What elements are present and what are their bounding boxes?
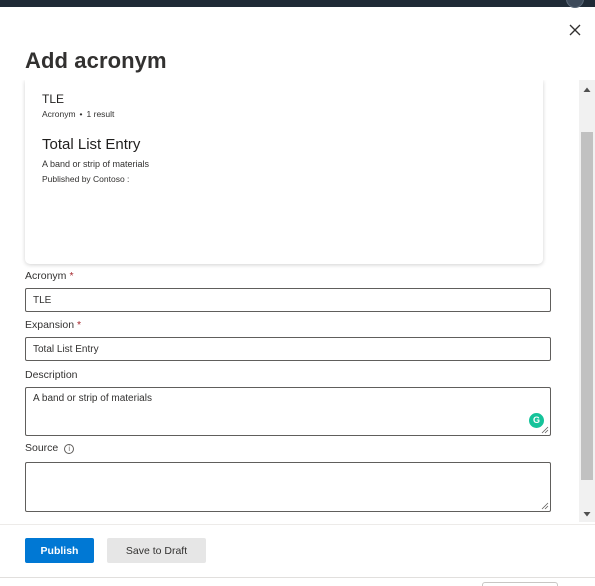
description-label: Description — [25, 369, 78, 381]
panel-content: TLE Acronym • 1 result Total List Entry A … — [0, 80, 595, 522]
preview-meta: Acronym • 1 result — [42, 109, 114, 119]
info-icon[interactable]: i — [64, 444, 75, 454]
close-icon[interactable] — [566, 21, 584, 39]
bottom-divider — [0, 577, 595, 578]
description-textarea[interactable]: A band or strip of materials G — [25, 387, 551, 436]
scrollbar-thumb[interactable] — [581, 132, 593, 480]
scroll-down-icon[interactable] — [583, 510, 591, 518]
acronym-label-text: Acronym — [25, 270, 67, 282]
top-app-bar — [0, 0, 595, 7]
scroll-up-icon[interactable] — [583, 86, 591, 94]
expansion-label-text: Expansion — [25, 319, 75, 331]
publish-button[interactable]: Publish — [25, 538, 94, 563]
source-textarea[interactable] — [25, 462, 551, 512]
acronym-preview-card: TLE Acronym • 1 result Total List Entry A … — [25, 80, 543, 264]
vertical-scrollbar[interactable] — [579, 80, 595, 522]
preview-result-count: 1 result — [86, 109, 115, 119]
panel-title: Add acronym — [25, 48, 167, 73]
description-text: A band or strip of materials — [33, 393, 152, 404]
source-label: Source i — [25, 442, 75, 454]
preview-expansion: Total List Entry — [42, 136, 141, 153]
preview-published-by: Published by Contoso : — [42, 174, 130, 184]
preview-description: A band or strip of materials — [42, 159, 150, 169]
source-label-text: Source — [25, 442, 59, 454]
resize-grip-icon[interactable] — [541, 502, 549, 510]
save-to-draft-button[interactable]: Save to Draft — [107, 538, 206, 563]
acronym-input[interactable] — [25, 288, 551, 312]
required-marker: * — [69, 270, 74, 282]
preview-type-label: Acronym — [42, 109, 76, 119]
expansion-input[interactable] — [25, 337, 551, 361]
footer-divider — [0, 524, 595, 525]
acronym-label: Acronym * — [25, 270, 74, 282]
resize-grip-icon[interactable] — [541, 426, 549, 434]
preview-separator: • — [79, 109, 83, 119]
required-marker: * — [77, 319, 82, 331]
preview-term: TLE — [42, 92, 65, 106]
expansion-label: Expansion * — [25, 319, 81, 331]
partial-button[interactable] — [482, 582, 558, 586]
